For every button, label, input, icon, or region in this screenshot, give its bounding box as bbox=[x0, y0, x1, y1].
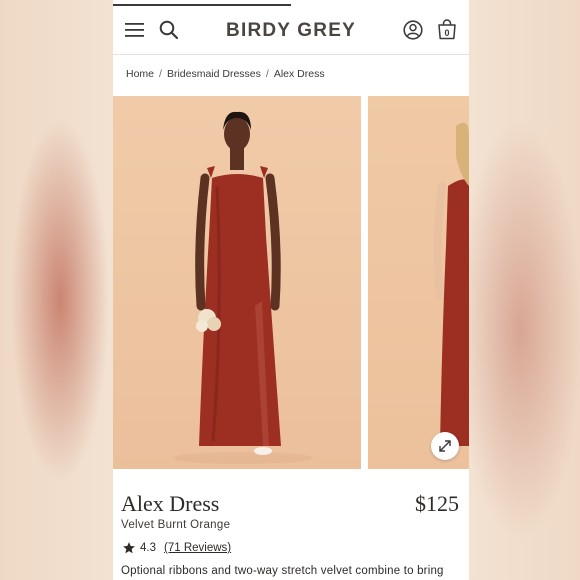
reviews-link[interactable]: (71 Reviews) bbox=[164, 542, 231, 554]
breadcrumb-separator: / bbox=[159, 68, 162, 80]
product-description: Optional ribbons and two-way stretch vel… bbox=[121, 565, 444, 577]
expand-image-button[interactable] bbox=[431, 432, 459, 460]
star-icon bbox=[123, 542, 135, 554]
account-icon[interactable] bbox=[403, 20, 423, 40]
product-gallery[interactable] bbox=[113, 96, 469, 469]
model-illustration-side bbox=[433, 122, 469, 446]
product-rating: 4.3 (71 Reviews) bbox=[122, 541, 231, 555]
loading-progress-bar bbox=[113, 4, 291, 6]
breadcrumb-separator: / bbox=[265, 68, 269, 80]
site-header: BIRDY GREY 0 bbox=[113, 8, 469, 55]
product-title: Alex Dress bbox=[121, 491, 220, 516]
product-image-secondary[interactable] bbox=[368, 96, 469, 469]
product-color: Velvet Burnt Orange bbox=[121, 519, 231, 531]
rating-value: 4.3 bbox=[140, 542, 156, 554]
model-illustration bbox=[173, 111, 313, 464]
breadcrumb-bridesmaid-dresses[interactable]: Bridesmaid Dresses bbox=[167, 68, 261, 80]
cart-count-badge: 0 bbox=[444, 28, 450, 38]
product-image-main[interactable] bbox=[113, 96, 361, 469]
breadcrumb-home[interactable]: Home bbox=[126, 68, 154, 80]
breadcrumb: Home / Bridesmaid Dresses / Alex Dress bbox=[126, 68, 325, 80]
breadcrumb-current: Alex Dress bbox=[273, 68, 325, 80]
product-price: $125 bbox=[415, 491, 459, 516]
mobile-page: BIRDY GREY 0 Home / Bridesmaid Dresses / Ale… bbox=[113, 0, 469, 580]
expand-icon bbox=[439, 440, 451, 452]
